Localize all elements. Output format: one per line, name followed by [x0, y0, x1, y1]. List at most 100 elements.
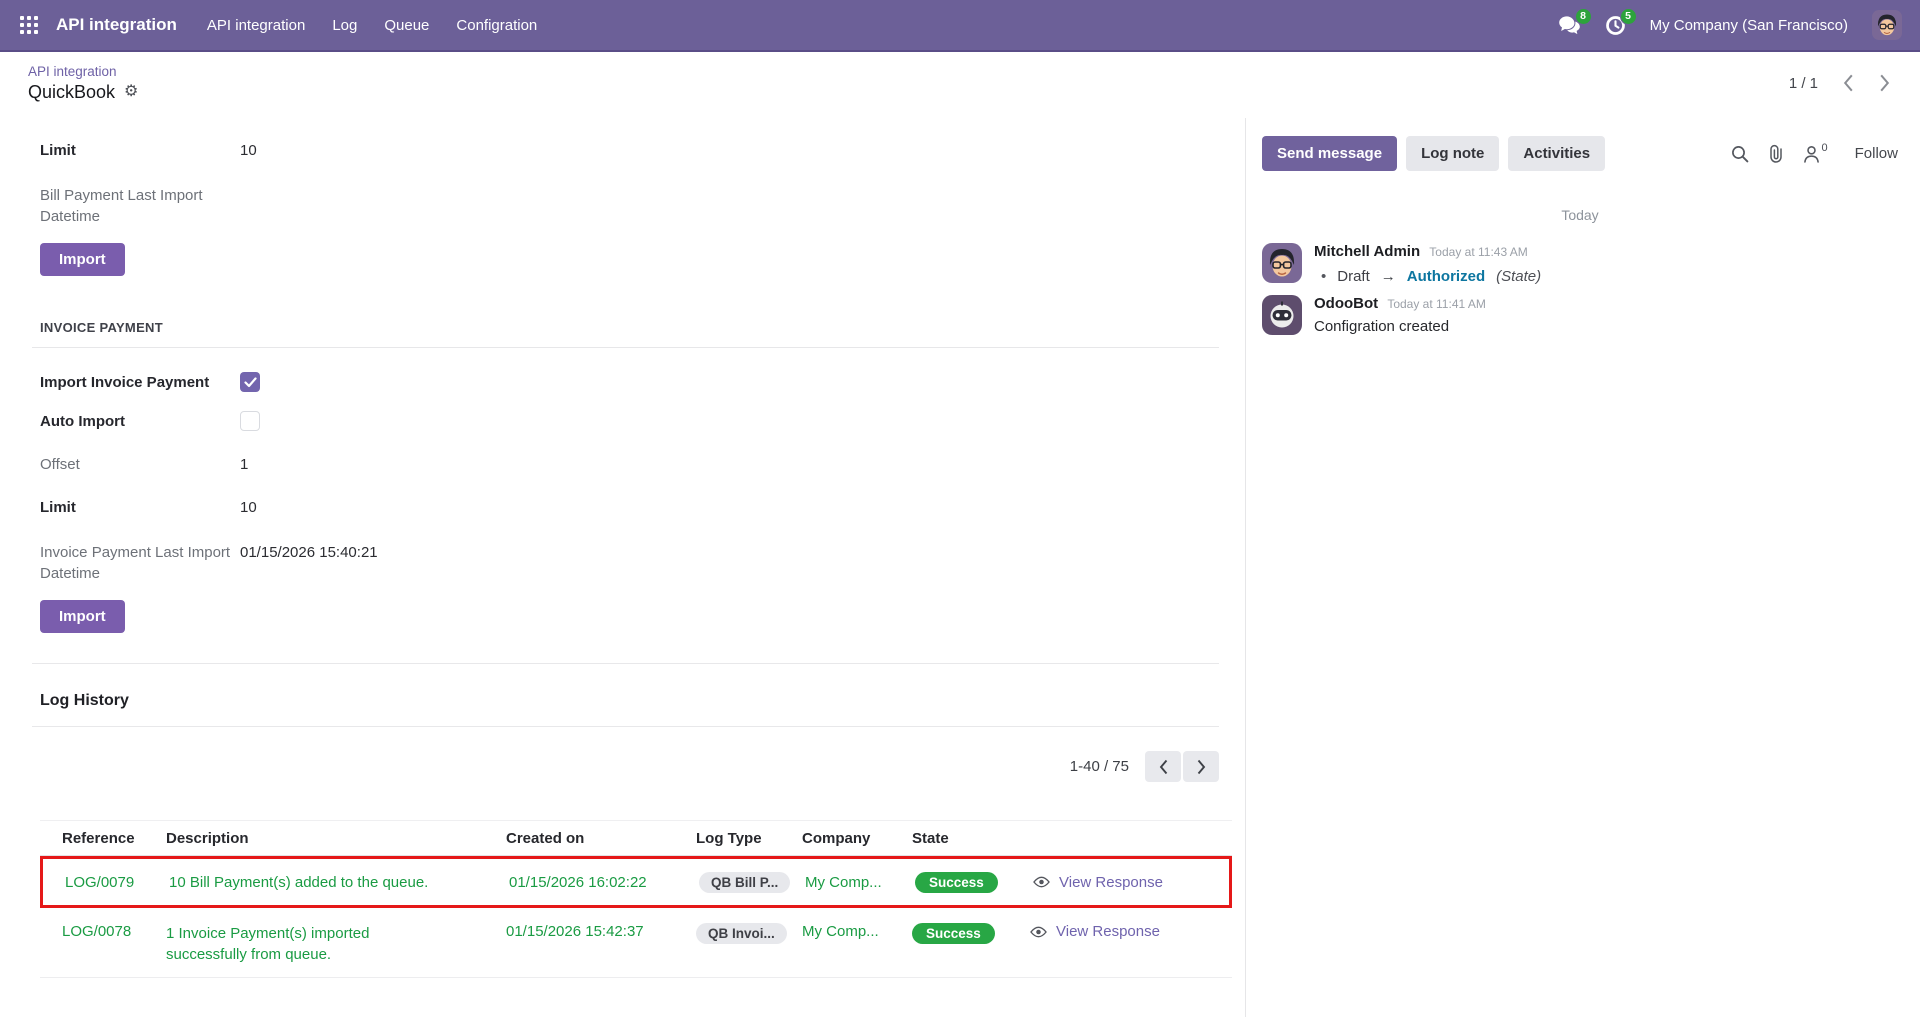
bill-import-button[interactable]: Import [40, 243, 125, 276]
chevron-left-icon [1159, 759, 1167, 774]
chatter-toolbar-icons: 0 Follow [1731, 141, 1898, 163]
eye-icon [1030, 926, 1047, 937]
menu-api-integration[interactable]: API integration [207, 17, 305, 34]
table-row[interactable]: LOG/0078 1 Invoice Payment(s) imported s… [40, 912, 1232, 978]
view-response-label: View Response [1056, 923, 1160, 940]
header-company[interactable]: Company [802, 830, 912, 847]
message-timestamp: Today at 11:41 AM [1387, 297, 1486, 311]
checkmark-icon [243, 376, 257, 387]
content-area: Limit 10 Bill Payment Last Import Dateti… [0, 118, 1920, 1017]
header-log-type[interactable]: Log Type [696, 830, 802, 847]
cell-company: My Comp... [805, 873, 882, 891]
follow-button[interactable]: Follow [1855, 145, 1898, 162]
invoice-import-button[interactable]: Import [40, 600, 125, 633]
top-menu: API integration Log Queue Configration [207, 17, 537, 34]
view-response-link[interactable]: View Response [1033, 874, 1229, 891]
record-pager: 1 / 1 [1789, 67, 1900, 99]
invoice-payment-section-title: INVOICE PAYMENT [32, 320, 1219, 348]
log-type-badge: QB Invoi... [696, 923, 787, 944]
breadcrumb: API integration QuickBook ⚙ [28, 64, 138, 103]
mitchell-avatar-icon [1872, 10, 1902, 40]
chevron-right-icon [1879, 74, 1889, 92]
cell-description: 1 Invoice Payment(s) imported successful… [166, 925, 370, 963]
log-pager-previous-button[interactable] [1145, 751, 1181, 782]
send-message-button[interactable]: Send message [1262, 136, 1398, 171]
tracking-new-value[interactable]: Authorized [1407, 268, 1485, 285]
message-author[interactable]: Mitchell Admin [1314, 243, 1420, 260]
header-description[interactable]: Description [166, 830, 506, 847]
company-switcher[interactable]: My Company (San Francisco) [1650, 17, 1848, 34]
log-pager-count: 1-40 / 75 [1069, 758, 1129, 775]
menu-configration[interactable]: Configration [456, 17, 537, 34]
log-history-pager: 1-40 / 75 [40, 751, 1219, 782]
user-avatar[interactable] [1872, 10, 1902, 40]
field-invoice-limit: Limit 10 [40, 497, 1245, 518]
message-content: Mitchell Admin Today at 11:43 AM • Draft… [1314, 243, 1541, 285]
invoice-limit-value[interactable]: 10 [240, 497, 257, 518]
auto-import-checkbox[interactable] [240, 411, 260, 431]
divider [32, 726, 1219, 727]
log-note-button[interactable]: Log note [1406, 136, 1500, 171]
message-timestamp: Today at 11:43 AM [1429, 245, 1528, 259]
field-invoice-last-import: Invoice Payment Last Import Datetime 01/… [40, 542, 1245, 584]
field-auto-import: Auto Import [40, 411, 1245, 432]
header-created-on[interactable]: Created on [506, 830, 696, 847]
form-sheet: Limit 10 Bill Payment Last Import Dateti… [0, 118, 1246, 1017]
date-divider: Today [1561, 207, 1599, 223]
control-panel: API integration QuickBook ⚙ 1 / 1 [0, 52, 1920, 118]
import-invoice-payment-checkbox[interactable] [240, 372, 260, 392]
apps-menu-button[interactable] [16, 12, 43, 39]
arrow-right-icon: → [1380, 268, 1396, 285]
messages-menu-button[interactable]: 8 [1558, 7, 1592, 36]
mitchell-avatar-icon [1262, 243, 1302, 283]
log-pager-next-button[interactable] [1183, 751, 1219, 782]
state-badge: Success [912, 923, 995, 944]
invoice-import-row: Import [40, 600, 1245, 633]
action-gear-icon[interactable]: ⚙ [124, 84, 138, 100]
field-import-invoice-payment: Import Invoice Payment [40, 372, 1245, 393]
page-title: QuickBook [28, 81, 116, 102]
offset-label: Offset [40, 456, 80, 473]
chevron-right-icon [1197, 759, 1205, 774]
chatter-message: OdooBot Today at 11:41 AM Configration c… [1262, 295, 1898, 335]
search-icon [1731, 145, 1748, 162]
pager-previous-button[interactable] [1832, 67, 1864, 99]
pager-next-button[interactable] [1868, 67, 1900, 99]
breadcrumb-parent-link[interactable]: API integration [28, 64, 138, 79]
header-state[interactable]: State [912, 830, 1030, 847]
activities-menu-button[interactable]: 5 [1605, 7, 1637, 36]
tracking-value: • Draft → Authorized (State) [1314, 268, 1541, 285]
header-reference[interactable]: Reference [62, 830, 166, 847]
followers-count: 0 [1821, 141, 1828, 154]
odoo-window: API integration API integration Log Queu… [0, 0, 1920, 1017]
search-messages-button[interactable] [1731, 145, 1749, 163]
activities-badge: 5 [1619, 7, 1637, 25]
avatar[interactable] [1262, 243, 1302, 283]
cell-created-on: 01/15/2026 16:02:22 [509, 873, 647, 891]
menu-log[interactable]: Log [332, 17, 357, 34]
view-response-label: View Response [1059, 873, 1163, 891]
cell-created-on: 01/15/2026 15:42:37 [506, 923, 644, 940]
invoice-last-import-label: Invoice Payment Last Import Datetime [40, 544, 231, 582]
bill-limit-value[interactable]: 10 [240, 140, 257, 161]
eye-icon [1033, 876, 1050, 888]
table-row[interactable]: LOG/0079 10 Bill Payment(s) added to the… [40, 856, 1232, 908]
menu-queue[interactable]: Queue [384, 17, 429, 34]
bill-limit-label: Limit [40, 142, 76, 159]
state-badge: Success [915, 871, 998, 893]
offset-value[interactable]: 1 [240, 454, 248, 475]
invoice-last-import-value[interactable]: 01/15/2026 15:40:21 [240, 542, 378, 563]
cell-reference: LOG/0078 [62, 923, 132, 940]
message-author[interactable]: OdooBot [1314, 295, 1378, 312]
paperclip-icon [1769, 144, 1782, 163]
app-name[interactable]: API integration [56, 15, 177, 35]
followers-button[interactable]: 0 [1803, 141, 1828, 163]
message-content: OdooBot Today at 11:41 AM Configration c… [1314, 295, 1486, 335]
top-navbar: API integration API integration Log Queu… [0, 0, 1920, 52]
avatar[interactable] [1262, 295, 1302, 335]
view-response-link[interactable]: View Response [1030, 923, 1232, 940]
log-type-badge: QB Bill P... [699, 871, 791, 893]
cell-company: My Comp... [802, 923, 879, 940]
attachments-button[interactable] [1768, 144, 1784, 163]
activities-button[interactable]: Activities [1508, 136, 1606, 171]
